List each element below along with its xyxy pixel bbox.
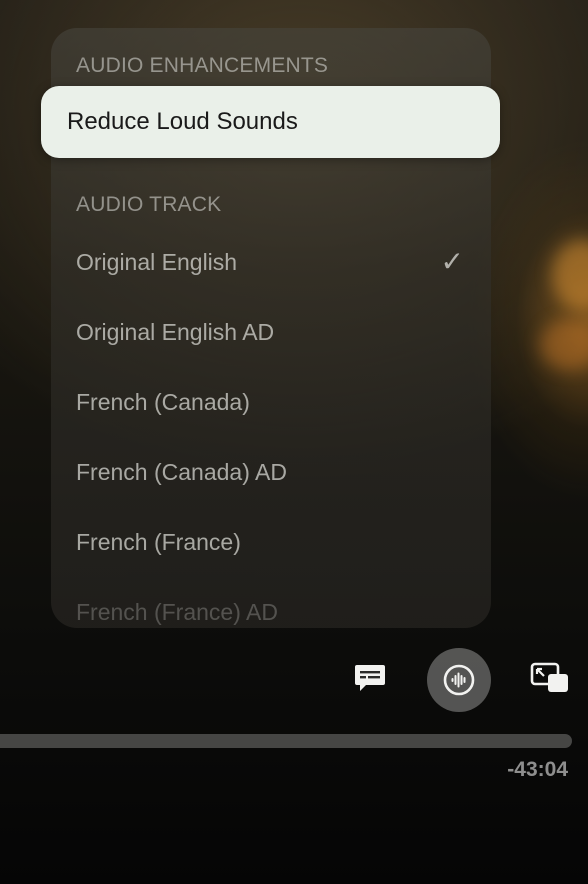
track-item-label: French (Canada): [76, 389, 250, 415]
reduce-loud-sounds-item[interactable]: Reduce Loud Sounds: [41, 86, 500, 158]
track-item-label: French (Canada) AD: [76, 459, 287, 485]
track-item-french-france[interactable]: French (France): [76, 522, 466, 562]
track-item-label: French (France): [76, 529, 241, 555]
enhancement-item-label: Reduce Loud Sounds: [67, 108, 298, 135]
subtitles-button[interactable]: [350, 658, 390, 698]
audio-waveform-icon: [443, 664, 475, 696]
subtitles-icon: [355, 665, 385, 691]
background-light-glow: [540, 320, 588, 370]
picture-in-picture-icon: [530, 662, 568, 692]
audio-options-button[interactable]: [427, 648, 491, 712]
playback-progress-bar[interactable]: [0, 734, 572, 748]
track-item-label: Original English: [76, 249, 238, 275]
track-item-label: French (France) AD: [76, 599, 278, 625]
audio-track-header: AUDIO TRACK: [76, 193, 222, 216]
track-item-label: Original English AD: [76, 319, 275, 345]
time-remaining: -43:04: [507, 758, 568, 781]
track-item-original-english[interactable]: Original English ✓: [76, 242, 466, 282]
track-item-french-france-ad[interactable]: French (France) AD: [76, 592, 466, 628]
picture-in-picture-button[interactable]: [528, 660, 572, 696]
track-item-original-english-ad[interactable]: Original English AD: [76, 312, 466, 352]
playback-controls: [0, 640, 588, 720]
track-item-french-canada[interactable]: French (Canada): [76, 382, 466, 422]
checkmark-icon: ✓: [440, 246, 464, 277]
background-light-glow: [552, 240, 588, 310]
audio-enhancements-header: AUDIO ENHANCEMENTS: [76, 54, 329, 77]
track-item-french-canada-ad[interactable]: French (Canada) AD: [76, 452, 466, 492]
